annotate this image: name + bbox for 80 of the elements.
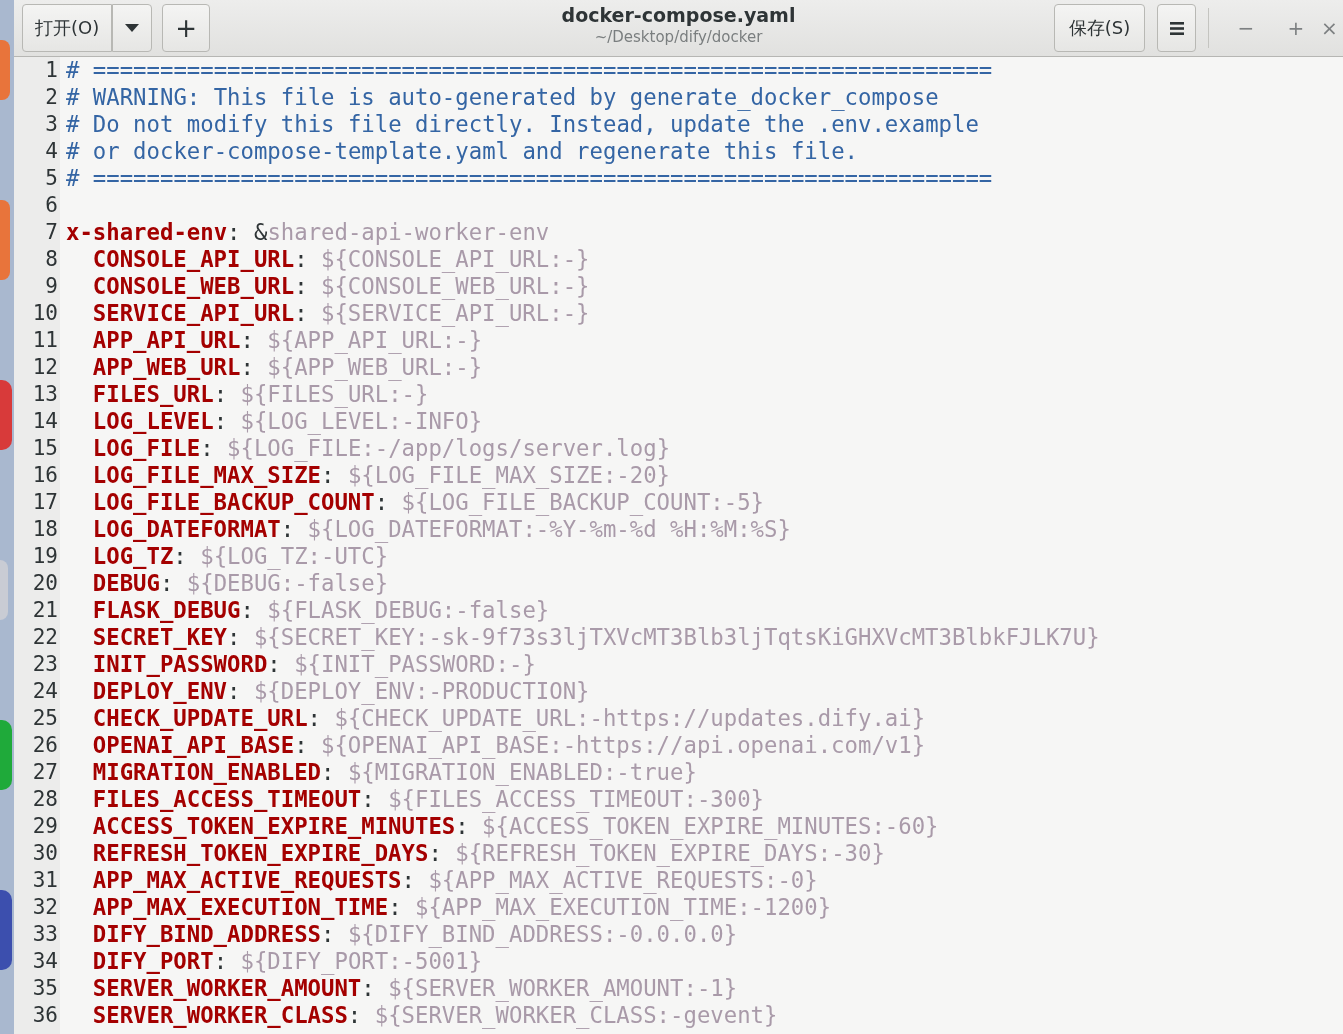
file-path: ~/Desktop/dify/docker <box>594 27 763 47</box>
code-line: APP_MAX_EXECUTION_TIME: ${APP_MAX_EXECUTION_TIME:-1200} <box>92 894 832 921</box>
line-number: 1 <box>45 57 59 84</box>
code-line: FILES_URL: ${FILES_URL:-} <box>92 381 429 408</box>
code-line: OPENAI_API_BASE: ${OPENAI_API_BASE:-https://api.openai.com/v1} <box>92 732 926 759</box>
line-number: 26 <box>32 732 59 759</box>
menu-button[interactable] <box>1157 4 1196 52</box>
code-line: SECRET_KEY: ${SECRET_KEY:-sk-9f73s3ljTXVcMT3Blb3ljTqtsKiGHXVcMT3BlbkFJLK7U} <box>92 624 1100 651</box>
code-line: LOG_TZ: ${LOG_TZ:-UTC} <box>92 543 389 570</box>
code-line: FLASK_DEBUG: ${FLASK_DEBUG:-false} <box>92 597 550 624</box>
code-line: CHECK_UPDATE_URL: ${CHECK_UPDATE_URL:-https://updates.dify.ai} <box>92 705 926 732</box>
window-title: docker-compose.yaml <box>561 3 796 27</box>
line-number: 11 <box>32 327 59 354</box>
code-line: APP_WEB_URL: ${APP_WEB_URL:-} <box>92 354 483 381</box>
code-line: APP_MAX_ACTIVE_REQUESTS: ${APP_MAX_ACTIVE_REQUESTS:-0} <box>92 867 818 894</box>
code-line: # WARNING: This file is auto-generated by generate_docker_compose <box>66 84 939 111</box>
code-line: LOG_LEVEL: ${LOG_LEVEL:-INFO} <box>92 408 483 435</box>
line-number: 17 <box>32 489 59 516</box>
line-number: 16 <box>32 462 59 489</box>
code-line: DEPLOY_ENV: ${DEPLOY_ENV:-PRODUCTION} <box>92 678 590 705</box>
line-number: 19 <box>32 543 59 570</box>
code-line: MIGRATION_ENABLED: ${MIGRATION_ENABLED:-true} <box>92 759 697 786</box>
line-number: 31 <box>32 867 59 894</box>
code-line: DIFY_BIND_ADDRESS: ${DIFY_BIND_ADDRESS:-0.0.0.0} <box>92 921 738 948</box>
code-line: SERVER_WORKER_CLASS: ${SERVER_WORKER_CLASS:-gevent} <box>92 1002 778 1029</box>
code-line: # =================================================================== <box>66 165 993 192</box>
code-line: REFRESH_TOKEN_EXPIRE_DAYS: ${REFRESH_TOKEN_EXPIRE_DAYS:-30} <box>92 840 885 867</box>
code-line: FILES_ACCESS_TIMEOUT: ${FILES_ACCESS_TIMEOUT:-300} <box>92 786 764 813</box>
line-number: 33 <box>32 921 59 948</box>
line-number: 10 <box>32 300 59 327</box>
open-button[interactable]: 打开(O) <box>22 4 113 52</box>
line-number: 7 <box>45 219 59 246</box>
line-number: 35 <box>32 975 59 1002</box>
code-line: APP_API_URL: ${APP_API_URL:-} <box>92 327 483 354</box>
code-line: x-shared-env: &shared-api-worker-env <box>66 219 550 246</box>
line-number: 32 <box>32 894 59 921</box>
line-number: 15 <box>32 435 59 462</box>
code-line: SERVER_WORKER_AMOUNT: ${SERVER_WORKER_AMOUNT:-1} <box>92 975 738 1002</box>
code-line: LOG_FILE: ${LOG_FILE:-/app/logs/server.log} <box>92 435 671 462</box>
line-number: 14 <box>32 408 59 435</box>
line-number: 5 <box>45 165 59 192</box>
code-line: ACCESS_TOKEN_EXPIRE_MINUTES: ${ACCESS_TOKEN_EXPIRE_MINUTES:-60} <box>92 813 939 840</box>
code-line: LOG_FILE_BACKUP_COUNT: ${LOG_FILE_BACKUP_COUNT:-5} <box>92 489 764 516</box>
line-number: 29 <box>32 813 59 840</box>
line-number: 13 <box>32 381 59 408</box>
line-number: 4 <box>45 138 59 165</box>
caret-icon <box>125 24 140 32</box>
line-number: 8 <box>45 246 59 273</box>
line-number: 18 <box>32 516 59 543</box>
line-number: 21 <box>32 597 59 624</box>
code-line: INIT_PASSWORD: ${INIT_PASSWORD:-} <box>92 651 536 678</box>
code-line: CONSOLE_API_URL: ${CONSOLE_API_URL:-} <box>92 246 590 273</box>
line-number: 28 <box>32 786 59 813</box>
line-number: 20 <box>32 570 59 597</box>
line-number: 36 <box>32 1002 59 1029</box>
line-number: 2 <box>45 84 59 111</box>
line-number: 12 <box>32 354 59 381</box>
line-number: 22 <box>32 624 59 651</box>
code-line: LOG_DATEFORMAT: ${LOG_DATEFORMAT:-%Y-%m-%d %H:%M:%S} <box>92 516 791 543</box>
code-line: DIFY_PORT: ${DIFY_PORT:-5001} <box>92 948 483 975</box>
code-line: CONSOLE_WEB_URL: ${CONSOLE_WEB_URL:-} <box>92 273 590 300</box>
code-line: LOG_FILE_MAX_SIZE: ${LOG_FILE_MAX_SIZE:-20} <box>92 462 671 489</box>
line-number: 23 <box>32 651 59 678</box>
new-tab-button[interactable]: + <box>162 4 210 52</box>
code-line: # or docker-compose-template.yaml and regenerate this file. <box>66 138 858 165</box>
line-number: 30 <box>32 840 59 867</box>
code-line: # =================================================================== <box>66 57 993 84</box>
code-line: DEBUG: ${DEBUG:-false} <box>92 570 389 597</box>
code-line: SERVICE_API_URL: ${SERVICE_API_URL:-} <box>92 300 590 327</box>
line-number: 27 <box>32 759 59 786</box>
line-number: 6 <box>45 192 59 219</box>
menu-icon <box>1169 21 1184 35</box>
code-line: # Do not modify this file directly. Instead, update the .env.example <box>66 111 979 138</box>
save-button[interactable]: 保存(S) <box>1054 4 1145 52</box>
line-number: 24 <box>32 678 59 705</box>
line-number: 9 <box>45 273 59 300</box>
line-number: 34 <box>32 948 59 975</box>
line-number: 3 <box>45 111 59 138</box>
line-number: 25 <box>32 705 59 732</box>
open-menu-button[interactable] <box>112 4 153 52</box>
